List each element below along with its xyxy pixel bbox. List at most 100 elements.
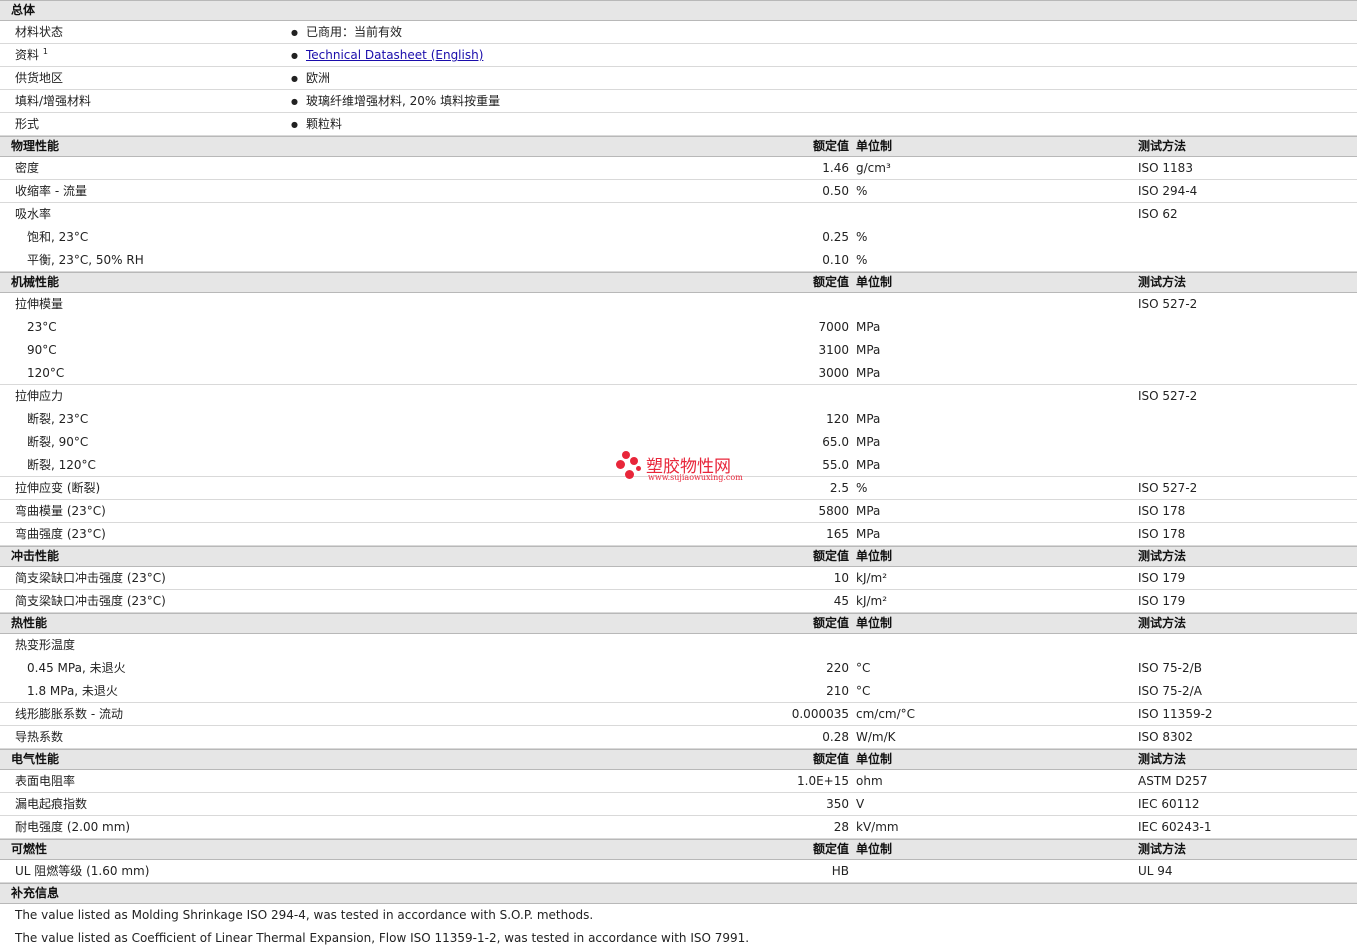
- property-row: 1.8 MPa, 未退火 210 °C ISO 75-2/A: [0, 680, 1357, 703]
- property-unit: ohm: [856, 774, 883, 788]
- property-name: 密度: [15, 161, 40, 175]
- property-unit: °C: [856, 684, 871, 698]
- property-name-text: 资料: [15, 48, 40, 62]
- property-unit: %: [856, 253, 868, 267]
- property-row: UL 阻燃等级 (1.60 mm) HB UL 94: [0, 860, 1357, 883]
- section-title: 热性能: [11, 616, 48, 630]
- test-method: IEC 60112: [1138, 797, 1200, 811]
- property-value-text: 欧洲: [305, 71, 330, 85]
- section-header: 物理性能 额定值 单位制 测试方法: [0, 136, 1357, 157]
- test-method: ISO 62: [1138, 207, 1178, 221]
- property-name: 填料/增强材料: [15, 95, 91, 108]
- property-unit: %: [856, 184, 868, 198]
- property-unit: MPa: [856, 504, 881, 518]
- property-name: 拉伸应变 (断裂): [15, 481, 101, 495]
- general-row: 材料状态 已商用：当前有效: [0, 21, 1357, 44]
- property-value: 欧洲: [291, 72, 330, 86]
- property-value: HB: [831, 864, 849, 878]
- property-name: 23°C: [27, 320, 57, 334]
- column-header-test: 测试方法: [1138, 275, 1187, 289]
- property-value: 0.25: [822, 230, 849, 244]
- property-unit: MPa: [856, 435, 881, 449]
- property-row: 导热系数 0.28 W/m/K ISO 8302: [0, 726, 1357, 749]
- property-row: 断裂, 23°C 120 MPa: [0, 408, 1357, 431]
- property-value: 3100: [818, 343, 849, 357]
- property-unit: W/m/K: [856, 730, 896, 744]
- property-name: 形式: [15, 118, 39, 131]
- column-header-unit: 单位制: [856, 616, 893, 630]
- property-name: 弯曲模量 (23°C): [15, 504, 106, 518]
- column-header-test: 测试方法: [1138, 616, 1187, 630]
- property-unit: %: [856, 230, 868, 244]
- property-value-text: 玻璃纤维增强材料, 20% 填料按重量: [305, 94, 501, 108]
- logo-dot-icon: [625, 470, 634, 479]
- property-value: 45: [833, 594, 849, 608]
- datasheet-link[interactable]: Technical Datasheet (English): [306, 48, 483, 62]
- column-header-test: 测试方法: [1138, 842, 1187, 856]
- property-unit: MPa: [856, 366, 881, 380]
- logo-dot-icon: [630, 457, 638, 465]
- test-method: ISO 178: [1138, 504, 1186, 518]
- column-header-unit: 单位制: [856, 139, 893, 153]
- property-row: 简支梁缺口冲击强度 (23°C) 10 kJ/m² ISO 179: [0, 567, 1357, 590]
- property-value: 0.28: [822, 730, 849, 744]
- general-row: 形式 颗粒料: [0, 113, 1357, 136]
- property-name: 1.8 MPa, 未退火: [27, 684, 118, 698]
- property-value: 2.5: [829, 481, 849, 495]
- watermark-logo: 塑胶物性网 www.sujiaowuxing.com: [614, 449, 754, 485]
- test-method: ISO 527-2: [1138, 389, 1198, 403]
- property-value: 120: [826, 412, 849, 426]
- note-row: The value listed as Coefficient of Linea…: [0, 927, 1357, 950]
- property-name: 线形膨胀系数 - 流动: [15, 707, 123, 721]
- test-method: IEC 60243-1: [1138, 820, 1212, 834]
- property-value: 65.0: [822, 435, 849, 449]
- watermark-url: www.sujiaowuxing.com: [648, 473, 743, 482]
- section-header: 机械性能 额定值 单位制 测试方法: [0, 272, 1357, 293]
- property-row: 90°C 3100 MPa: [0, 339, 1357, 362]
- general-row: 供货地区 欧洲: [0, 67, 1357, 90]
- column-header-value: 额定值: [812, 752, 849, 766]
- property-name: 材料状态: [15, 26, 63, 39]
- general-row: 资料 1 Technical Datasheet (English): [0, 44, 1357, 67]
- property-unit: MPa: [856, 412, 881, 426]
- test-method: ISO 178: [1138, 527, 1186, 541]
- property-value: 10: [833, 571, 849, 585]
- property-unit: V: [856, 797, 865, 811]
- test-method: ISO 527-2: [1138, 297, 1198, 311]
- property-name: 表面电阻率: [15, 774, 76, 788]
- section-title: 机械性能: [11, 275, 60, 289]
- property-name: 断裂, 23°C: [27, 412, 89, 426]
- column-header-value: 额定值: [812, 275, 849, 289]
- test-method: ISO 179: [1138, 594, 1186, 608]
- property-row: 弯曲强度 (23°C) 165 MPa ISO 178: [0, 523, 1357, 546]
- property-name: 断裂, 90°C: [27, 435, 89, 449]
- property-name-text: 填料/增强材料: [15, 94, 92, 108]
- property-value: Technical Datasheet (English): [291, 49, 483, 63]
- property-name: 90°C: [27, 343, 57, 357]
- property-value: 210: [826, 684, 849, 698]
- property-unit: %: [856, 481, 868, 495]
- property-value: 220: [826, 661, 849, 675]
- property-row: 0.45 MPa, 未退火 220 °C ISO 75-2/B: [0, 657, 1357, 680]
- section-header-general: 总体: [0, 0, 1357, 21]
- property-row: 线形膨胀系数 - 流动 0.000035 cm/cm/°C ISO 11359-2: [0, 703, 1357, 726]
- property-name: 热变形温度: [15, 638, 76, 652]
- test-method: ISO 527-2: [1138, 481, 1198, 495]
- property-value: 7000: [818, 320, 849, 334]
- property-row: 耐电强度 (2.00 mm) 28 kV/mm IEC 60243-1: [0, 816, 1357, 839]
- property-value: 颗粒料: [291, 118, 342, 132]
- property-value: 55.0: [822, 458, 849, 472]
- property-unit: MPa: [856, 527, 881, 541]
- property-row: 吸水率 ISO 62: [0, 203, 1357, 226]
- property-row: 拉伸应力 ISO 527-2: [0, 385, 1357, 408]
- section-header-supplementary: 补充信息: [0, 883, 1357, 904]
- property-name-text: 材料状态: [15, 25, 64, 39]
- property-name: UL 阻燃等级 (1.60 mm): [15, 864, 150, 878]
- test-method: ISO 294-4: [1138, 184, 1198, 198]
- section-title: 可燃性: [11, 842, 48, 856]
- test-method: ASTM D257: [1138, 774, 1208, 788]
- property-name: 断裂, 120°C: [27, 458, 96, 472]
- property-unit: kV/mm: [856, 820, 899, 834]
- section-header: 热性能 额定值 单位制 测试方法: [0, 613, 1357, 634]
- property-row: 120°C 3000 MPa: [0, 362, 1357, 385]
